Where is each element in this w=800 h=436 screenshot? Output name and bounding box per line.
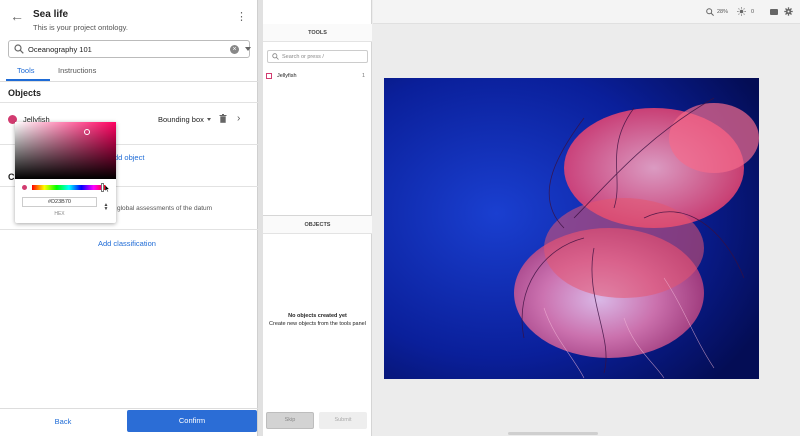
- tool-shortcut: 1: [362, 73, 366, 79]
- classifications-description: global assessments of the datum: [117, 205, 213, 212]
- color-picker-popover: #D23B70 ▲ ▼ HEX: [15, 122, 116, 223]
- tools-objects-panel: TOOLS Search or press / Jellyfish 1 OBJE…: [263, 0, 372, 436]
- labeling-canvas: 28% 0: [373, 0, 800, 436]
- tool-item-jellyfish[interactable]: Jellyfish 1: [263, 71, 372, 83]
- hue-slider-handle[interactable]: [101, 183, 104, 192]
- skip-button[interactable]: Skip: [266, 412, 314, 429]
- page-title: Sea life: [33, 9, 69, 20]
- editor-header: ← Sea life This is your project ontology…: [0, 0, 258, 38]
- more-options-icon[interactable]: ⋮: [236, 10, 247, 24]
- editor-tabs: Tools Instructions: [0, 62, 258, 82]
- chevron-down-icon[interactable]: [245, 47, 251, 51]
- trash-icon[interactable]: [219, 114, 227, 123]
- zoom-icon[interactable]: [706, 8, 714, 16]
- ontology-editor-panel: ← Sea life This is your project ontology…: [0, 0, 258, 436]
- divider: [0, 229, 258, 230]
- confirm-button[interactable]: Confirm: [127, 410, 257, 432]
- chevron-down-icon[interactable]: [207, 118, 211, 121]
- jellyfish-image[interactable]: [384, 78, 759, 379]
- active-tab-indicator: [6, 79, 50, 81]
- objects-empty-hint: Create new objects from the tools panel: [269, 321, 366, 327]
- saturation-area[interactable]: [15, 122, 116, 179]
- back-arrow-icon[interactable]: ←: [10, 9, 24, 23]
- bounding-box-icon: [266, 73, 272, 79]
- selected-color-swatch: [22, 185, 27, 190]
- horizontal-scrollbar[interactable]: [508, 432, 598, 435]
- objects-heading: Objects: [8, 88, 42, 98]
- tool-name: Jellyfish: [277, 73, 297, 79]
- keyboard-icon[interactable]: [770, 9, 778, 15]
- hex-input[interactable]: #D23B70: [22, 197, 97, 207]
- zoom-level[interactable]: 28%: [717, 9, 728, 15]
- tool-search-input[interactable]: Search or press /: [267, 50, 368, 63]
- tools-heading: TOOLS: [263, 24, 372, 42]
- tab-instructions[interactable]: Instructions: [58, 66, 96, 75]
- ontology-select[interactable]: Oceanography 101 ×: [8, 40, 251, 58]
- objects-panel-heading: OBJECTS: [263, 216, 372, 234]
- search-icon: [14, 44, 24, 54]
- page-subtitle: This is your project ontology.: [33, 23, 128, 32]
- search-icon: [272, 53, 279, 60]
- hex-label: HEX: [54, 211, 65, 217]
- saturation-handle[interactable]: [84, 129, 90, 135]
- canvas-toolbar: 28% 0: [373, 0, 800, 24]
- format-toggle-icon[interactable]: ▲ ▼: [103, 203, 109, 213]
- hue-slider[interactable]: [32, 185, 106, 190]
- objects-empty-title: No objects created yet: [288, 313, 347, 319]
- chevron-right-icon[interactable]: ›: [237, 113, 240, 124]
- clear-icon[interactable]: ×: [230, 45, 239, 54]
- tool-search-placeholder: Search or press /: [282, 53, 324, 60]
- brightness-value[interactable]: 0: [751, 9, 754, 15]
- add-classification-link[interactable]: Add classification: [98, 239, 156, 248]
- ontology-select-value: Oceanography 101: [28, 45, 92, 54]
- back-button[interactable]: Back: [8, 412, 118, 432]
- add-object-link[interactable]: dd object: [114, 153, 144, 162]
- submit-button[interactable]: Submit: [319, 412, 367, 429]
- tab-tools[interactable]: Tools: [17, 66, 35, 75]
- settings-gear-icon[interactable]: [784, 7, 793, 16]
- divider: [0, 408, 258, 409]
- divider: [0, 102, 258, 103]
- brightness-icon[interactable]: [737, 7, 746, 16]
- mouse-cursor-icon: [105, 185, 110, 192]
- object-type-select[interactable]: Bounding box: [158, 115, 204, 124]
